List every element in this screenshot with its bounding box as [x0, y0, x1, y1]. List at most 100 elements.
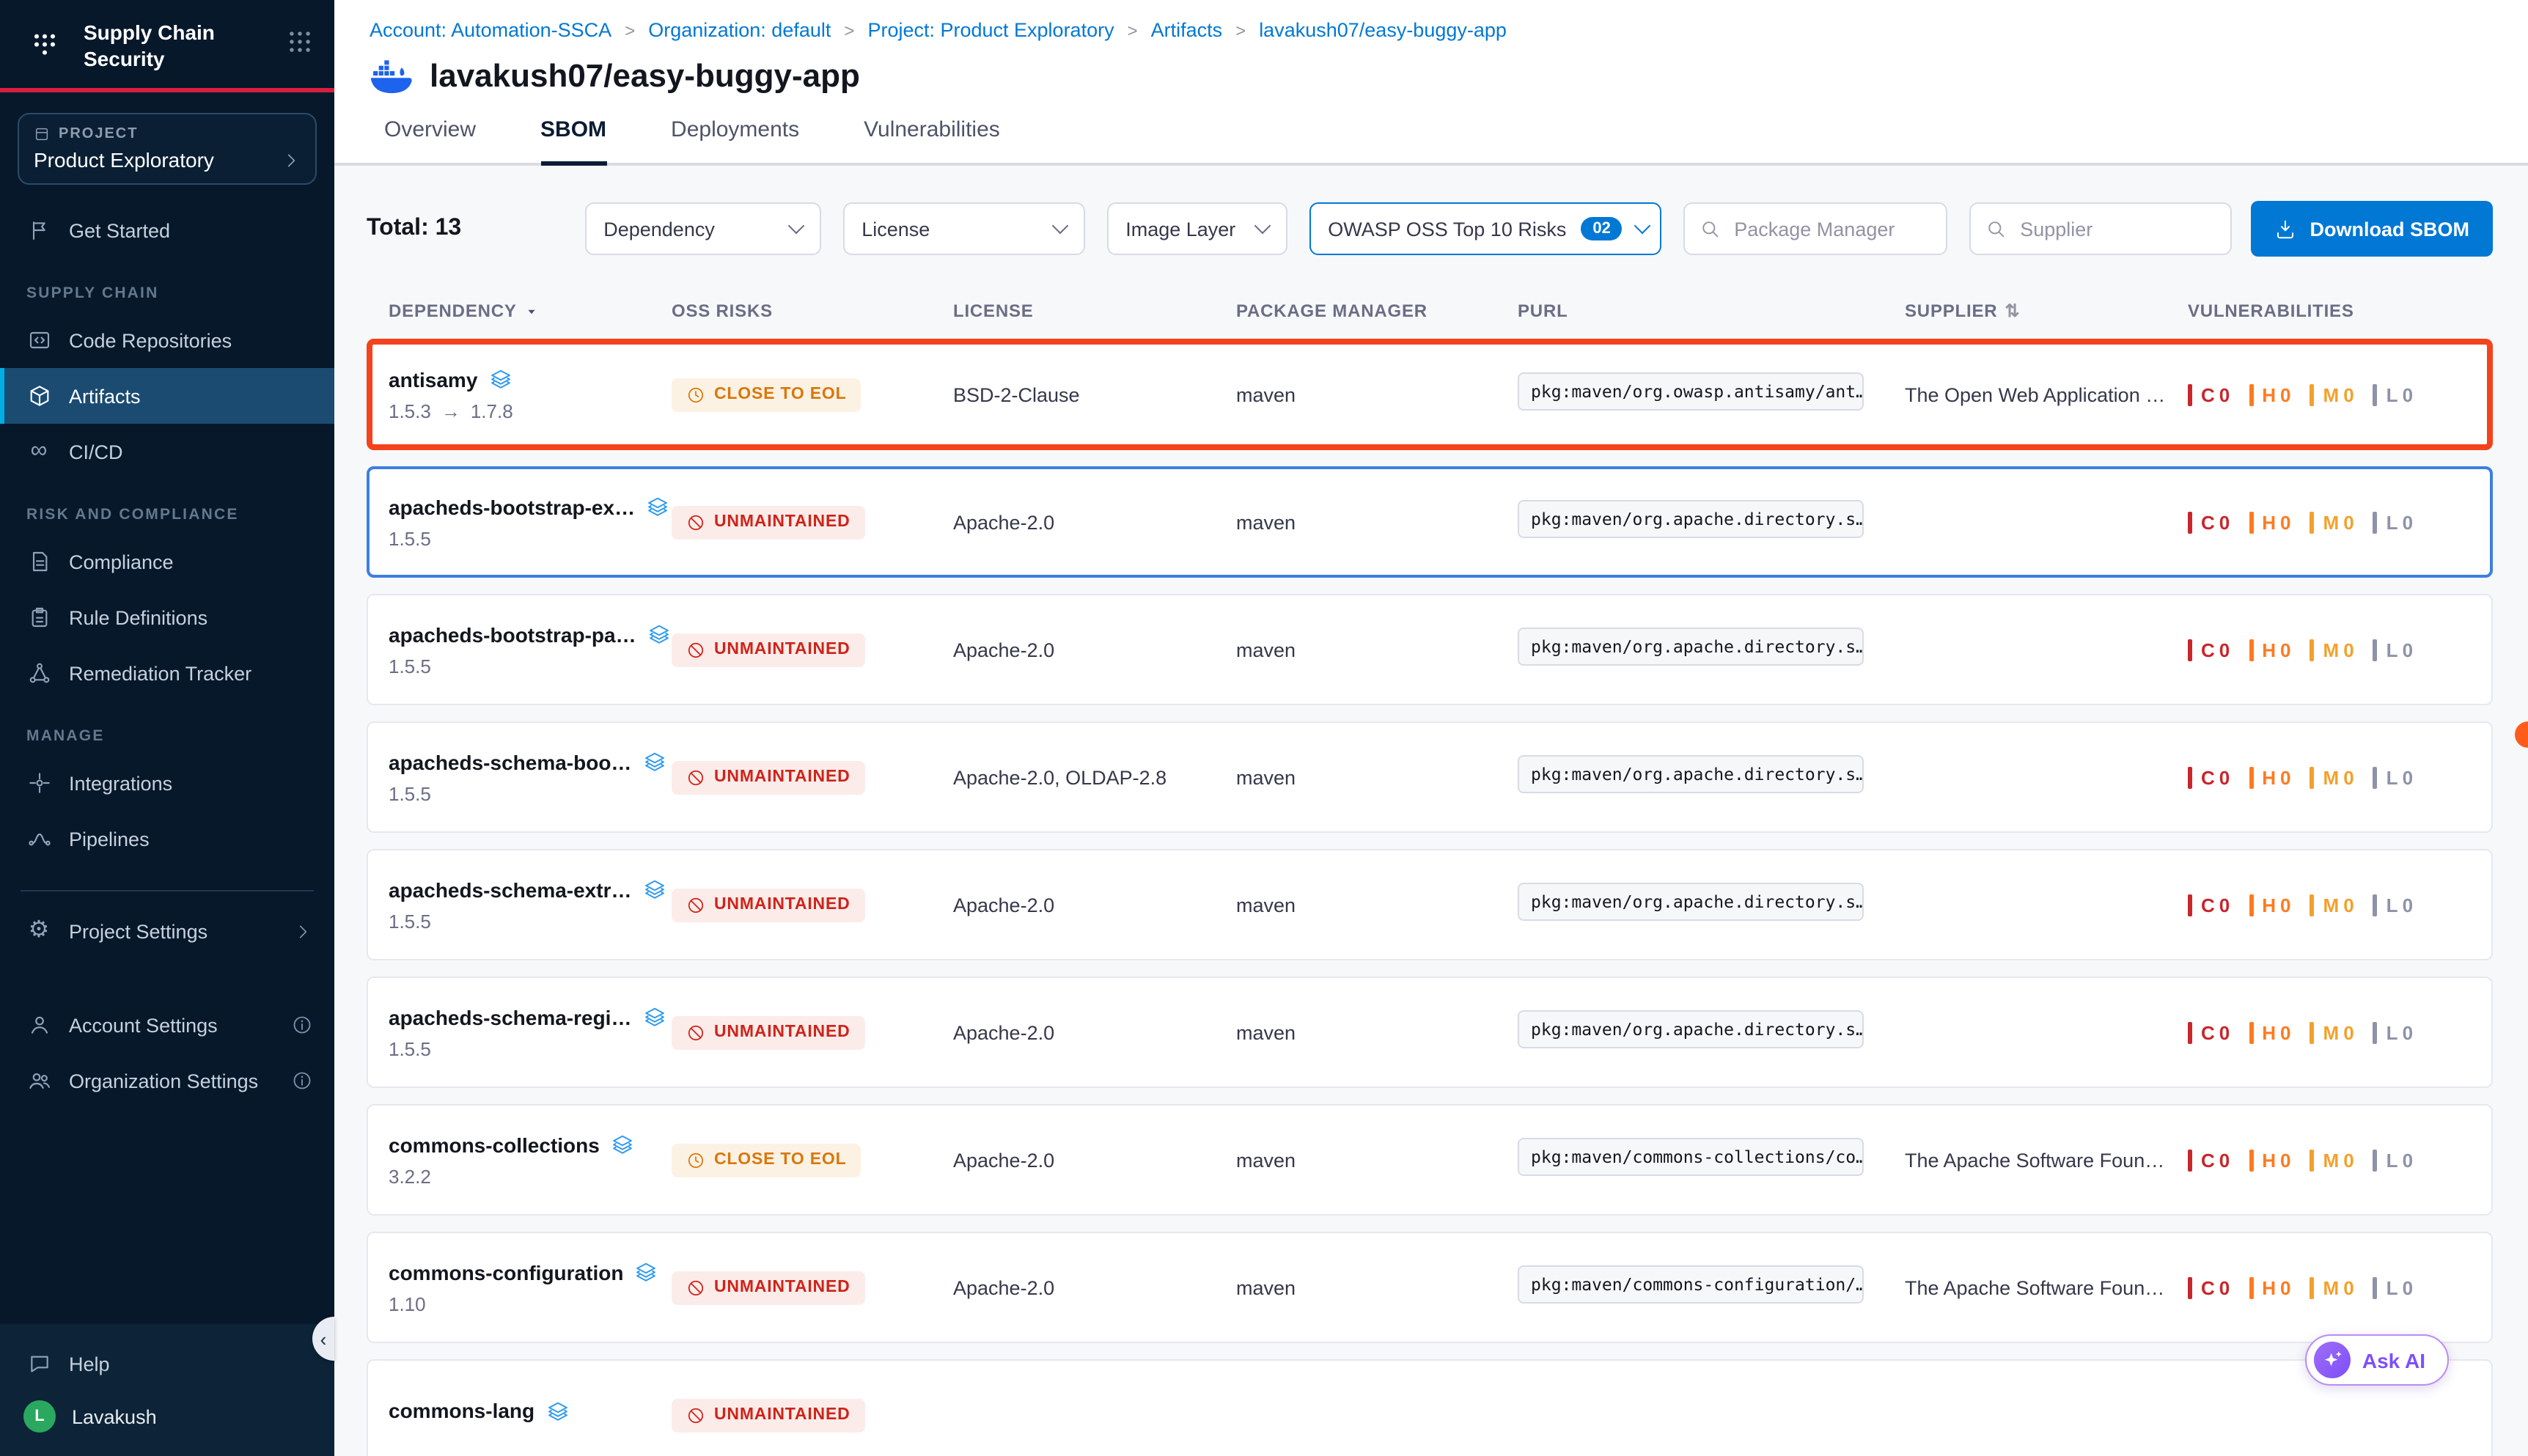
module-switcher-grid-icon[interactable]	[286, 28, 314, 63]
table-row[interactable]: commons-collections 3.2.2 CLOSE TO EOL A…	[367, 1104, 2493, 1216]
vuln-bar	[2188, 639, 2192, 661]
info-icon	[292, 1015, 312, 1036]
package-manager-cell: maven	[1236, 1021, 1518, 1043]
sidebar-item-compliance[interactable]: Compliance	[0, 534, 334, 590]
dependency-version: 1.10	[389, 1293, 672, 1315]
purl-pill[interactable]: pkg:maven/org.apache.directory.s…	[1518, 882, 1864, 920]
table-row[interactable]: commons-lang UNMAINTAINED	[367, 1359, 2493, 1456]
tab-deployments[interactable]: Deployments	[671, 117, 799, 163]
table-row[interactable]: commons-configuration 1.10 UNMAINTAINED …	[367, 1232, 2493, 1343]
sidebar-item-rule-definitions[interactable]: Rule Definitions	[0, 590, 334, 646]
package-manager-cell: maven	[1236, 894, 1518, 916]
ask-ai-button[interactable]: Ask AI	[2305, 1334, 2449, 1386]
vuln-high: H0	[2249, 894, 2290, 916]
vuln-critical: C0	[2188, 894, 2230, 916]
dependency-version: 1.5.5	[389, 1037, 672, 1059]
sidebar-item-artifacts[interactable]: Artifacts	[0, 369, 334, 424]
supplier-input[interactable]	[2017, 216, 2215, 241]
purl-pill[interactable]: pkg:maven/commons-configuration/…	[1518, 1265, 1864, 1303]
sidebar-item-code-repositories[interactable]: Code Repositories	[0, 313, 334, 369]
tab-vulnerabilities[interactable]: Vulnerabilities	[864, 117, 1000, 163]
vuln-critical: C0	[2188, 1149, 2230, 1171]
breadcrumb-project[interactable]: Project: Product Exploratory	[867, 19, 1114, 41]
sidebar-item-cicd[interactable]: ∞ CI/CD	[0, 424, 334, 480]
dependency-name: apacheds-bootstrap-pa…	[389, 622, 636, 646]
breadcrumb-account[interactable]: Account: Automation-SSCA	[370, 19, 611, 41]
table-row[interactable]: apacheds-bootstrap-pa… 1.5.5 UNMAINTAINE…	[367, 594, 2493, 705]
sidebar-item-account-settings[interactable]: Account Settings	[0, 998, 334, 1054]
gear-icon: ⚙	[26, 920, 51, 944]
license-cell: Apache-2.0	[953, 639, 1236, 661]
oss-risk-badge: UNMAINTAINED	[672, 760, 865, 794]
slash-circle-icon	[686, 1023, 705, 1042]
page-title: lavakush07/easy-buggy-app	[430, 57, 860, 95]
table-row[interactable]: apacheds-schema-extr… 1.5.5 UNMAINTAINED…	[367, 849, 2493, 960]
sidebar-item-get-started[interactable]: Get Started	[0, 203, 334, 259]
dependency-filter-dropdown[interactable]: Dependency	[584, 202, 820, 255]
chat-icon	[26, 1352, 51, 1375]
table-row[interactable]: apacheds-schema-regi… 1.5.5 UNMAINTAINED…	[367, 977, 2493, 1088]
table-row[interactable]: apacheds-schema-boo… 1.5.5 UNMAINTAINED …	[367, 721, 2493, 833]
column-dependency[interactable]: DEPENDENCY	[389, 301, 672, 321]
sidebar-item-help[interactable]: Help	[0, 1336, 334, 1391]
vuln-high: H0	[2249, 1276, 2290, 1298]
purl-pill[interactable]: pkg:maven/org.apache.directory.s…	[1518, 1010, 1864, 1048]
app-window: Supply Chain Security PROJECT Product Ex…	[0, 0, 2528, 1456]
package-manager-input[interactable]	[1731, 216, 1930, 241]
project-selector[interactable]: PROJECT Product Exploratory	[18, 114, 317, 185]
vulnerabilities-cell: C0 H0 M0 L0	[2188, 639, 2491, 661]
breadcrumb-organization[interactable]: Organization: default	[648, 19, 831, 41]
purl-cell: pkg:maven/org.owasp.antisamy/ant…	[1518, 372, 1905, 417]
repo-icon	[26, 329, 51, 353]
purl-pill[interactable]: pkg:maven/commons-collections/co…	[1518, 1137, 1864, 1175]
download-sbom-button[interactable]: Download SBOM	[2252, 201, 2494, 257]
table-row[interactable]: antisamy 1.5.3 → 1.7.8 CLOSE TO EOL BSD-…	[367, 339, 2493, 450]
purl-cell: pkg:maven/org.apache.directory.s…	[1518, 499, 1905, 545]
sidebar-item-label: Integrations	[69, 773, 172, 795]
app-logo: Supply Chain Security	[0, 0, 334, 89]
vuln-medium: M0	[2310, 894, 2354, 916]
column-supplier[interactable]: SUPPLIER ⇅	[1905, 301, 2188, 321]
sidebar-item-pipelines[interactable]: Pipelines	[0, 812, 334, 867]
vuln-critical: C0	[2188, 511, 2230, 533]
oss-risk-badge: UNMAINTAINED	[672, 505, 865, 539]
sidebar-item-organization-settings[interactable]: Organization Settings	[0, 1054, 334, 1109]
sidebar-item-integrations[interactable]: Integrations	[0, 756, 334, 812]
breadcrumb-artifacts[interactable]: Artifacts	[1151, 19, 1223, 41]
vuln-medium: M0	[2310, 766, 2354, 788]
sidebar-item-project-settings[interactable]: ⚙ Project Settings	[0, 904, 334, 960]
breadcrumb-current[interactable]: lavakush07/easy-buggy-app	[1259, 19, 1507, 41]
tab-sbom[interactable]: SBOM	[540, 117, 606, 166]
vuln-bar	[2188, 1149, 2192, 1171]
image-layer-filter-dropdown[interactable]: Image Layer	[1106, 202, 1287, 255]
vuln-low: L0	[2373, 639, 2413, 661]
main-area: Account: Automation-SSCA > Organization:…	[334, 0, 2528, 1456]
sidebar-item-label: Help	[69, 1353, 110, 1375]
sidebar-item-label: Get Started	[69, 220, 170, 242]
vuln-bar	[2310, 383, 2315, 405]
sidebar-item-remediation-tracker[interactable]: Remediation Tracker	[0, 646, 334, 702]
breadcrumb-separator: >	[1128, 20, 1138, 40]
package-manager-cell: maven	[1236, 766, 1518, 788]
purl-pill[interactable]: pkg:maven/org.apache.directory.s…	[1518, 754, 1864, 793]
pipeline-icon	[26, 828, 51, 851]
purl-pill[interactable]: pkg:maven/org.apache.directory.s…	[1518, 499, 1864, 537]
info-icon	[292, 1071, 312, 1092]
total-count: Total: 13	[367, 216, 461, 242]
oss-risk-badge: UNMAINTAINED	[672, 633, 865, 666]
purl-pill[interactable]: pkg:maven/org.apache.directory.s…	[1518, 627, 1864, 665]
dependency-name: commons-collections	[389, 1133, 600, 1156]
license-filter-dropdown[interactable]: License	[842, 202, 1084, 255]
user-menu[interactable]: L Lavakush	[0, 1391, 334, 1441]
breadcrumb-separator: >	[1235, 20, 1246, 40]
vuln-low: L0	[2373, 766, 2413, 788]
oss-risk-cell: UNMAINTAINED	[672, 760, 953, 794]
owasp-risks-filter-dropdown[interactable]: OWASP OSS Top 10 Risks 02	[1309, 202, 1661, 255]
purl-pill[interactable]: pkg:maven/org.owasp.antisamy/ant…	[1518, 372, 1864, 410]
layers-icon	[647, 496, 669, 518]
oss-risk-badge: CLOSE TO EOL	[672, 378, 861, 411]
table-row[interactable]: apacheds-bootstrap-ex… 1.5.5 UNMAINTAINE…	[367, 466, 2493, 578]
vuln-bar	[2188, 894, 2192, 916]
slash-circle-icon	[686, 512, 705, 532]
tab-overview[interactable]: Overview	[384, 117, 476, 163]
